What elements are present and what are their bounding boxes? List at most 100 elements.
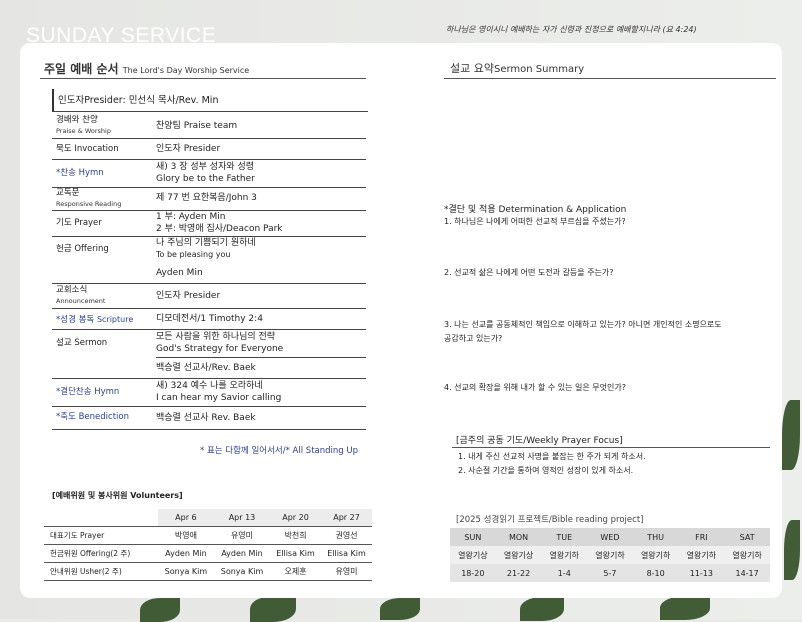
- row-label: 헌금위원 Offering(2 주): [44, 544, 158, 563]
- worship-order-title: 주일 예배 순서 The Lord's Day Worship Service: [44, 60, 249, 77]
- order-item-value: 디모데전서/1 Timothy 2:4: [156, 314, 263, 324]
- leaf-decoration: [520, 597, 564, 621]
- book-cell: 열왕기하: [541, 546, 588, 564]
- order-row: *축도 Benediction 백승렬 선교사 Rev. Baek: [52, 407, 366, 430]
- table-cell: Ayden Min: [157, 544, 214, 563]
- prayer-focus-title: [금주의 공동 기도/Weekly Prayer Focus]: [456, 436, 623, 446]
- order-item-name: *결단찬송 Hymn: [56, 387, 120, 397]
- order-item-name: *찬송 Hymn: [56, 168, 104, 178]
- bible-project-title: [2025 성경읽기 프로젝트/Bible reading project]: [456, 515, 644, 525]
- order-item-value: 새) 3 장 성부 성자와 성령 Glory be to the Father: [156, 162, 255, 184]
- day-cell: TUE: [541, 528, 588, 546]
- table-row: 헌금위원 Offering(2 주) Ayden Min Ayden Min E…: [44, 544, 372, 563]
- chapter-cell: 11-13: [678, 564, 725, 582]
- chapter-cell: 21-22: [495, 564, 542, 582]
- day-cell: MON: [495, 528, 542, 546]
- order-item-value: 백승렬 선교사 Rev. Baek: [156, 413, 256, 423]
- table-cell: 권영선: [321, 526, 372, 545]
- question-2: 2. 선교적 삶은 나에게 어떤 도전과 갈등을 주는가?: [444, 268, 614, 277]
- order-row: 경배와 찬양 Praise & Worship 찬양팀 Praise team: [52, 113, 366, 139]
- table-row: 안내위원 Usher(2 주) Sonya Kim Sonya Kim 오제훈 …: [44, 562, 372, 581]
- table-row: 대표기도 Prayer 박영애 유영미 박천희 권영선: [44, 526, 372, 545]
- chapter-row: 18-20 21-22 1-4 5-7 8-10 11-13 14-17: [450, 564, 770, 582]
- order-row: 백승렬 선교사/Rev. Baek: [52, 358, 366, 379]
- chapter-cell: 14-17: [724, 564, 770, 582]
- date-cell: Apr 6: [157, 509, 214, 527]
- order-row: *찬송 Hymn 새) 3 장 성부 성자와 성령 Glory be to the…: [52, 160, 366, 188]
- order-row: 교독문 Responsive Reading 제 77 번 요한복음/John 3: [52, 188, 366, 211]
- presider-line: 인도자Presider: 민선식 목사/Rev. Min: [52, 89, 368, 112]
- order-item-value: 인도자 Presider: [156, 144, 221, 154]
- leaf-decoration: [140, 598, 180, 622]
- order-item-value: 모든 사람을 위한 하나님의 전략 God's Strategy for Ever…: [156, 332, 284, 354]
- order-item-name: 기도 Prayer: [56, 218, 102, 228]
- book-cell: 열왕기하: [678, 546, 725, 564]
- order-item-value: 나 주님의 기쁨되기 원하네 To be pleasing you: [156, 238, 256, 259]
- order-item-name: 헌금 Offering: [56, 244, 109, 254]
- sermon-title-ko: 설교 요약: [450, 62, 494, 75]
- leaf-decoration: [660, 596, 710, 620]
- order-row: 기도 Prayer 1 부: Ayden Min 2 부: 박영애 집사/Deac…: [52, 211, 366, 237]
- order-item-value: 백승렬 선교사/Rev. Baek: [156, 363, 256, 373]
- sermon-summary-title: 설교 요약Sermon Summary: [450, 60, 584, 76]
- order-row: 헌금 Offering 나 주님의 기쁨되기 원하네 To be pleasing…: [52, 237, 366, 262]
- table-cell: Sonya Kim: [157, 562, 214, 581]
- book-row: 열왕기상 열왕기상 열왕기하 열왕기하 열왕기하 열왕기하 열왕기하: [450, 546, 770, 564]
- leaf-decoration: [782, 400, 800, 470]
- prayer-item-2: 2. 사순절 기간을 통하여 영적인 성장이 있게 하소서.: [458, 466, 634, 475]
- row-label: 대표기도 Prayer: [44, 526, 158, 545]
- day-row: SUN MON TUE WED THU FRI SAT: [450, 528, 770, 546]
- bible-verse: 하나님은 영이시니 예배하는 자가 신령과 진정으로 예배할지니라 (요 4:2…: [446, 25, 697, 34]
- presider-text: 인도자Presider: 민선식 목사/Rev. Min: [58, 95, 219, 106]
- order-item-name: 설교 Sermon: [56, 338, 108, 348]
- day-cell: SUN: [450, 528, 496, 546]
- volunteers-table: Apr 6 Apr 13 Apr 20 Apr 27 대표기도 Prayer 박…: [44, 509, 372, 581]
- worship-order-title-ko: 주일 예배 순서: [44, 62, 119, 76]
- day-cell: FRI: [678, 528, 725, 546]
- bible-reading-table: SUN MON TUE WED THU FRI SAT 열왕기상 열왕기상 열왕…: [450, 528, 770, 582]
- book-cell: 열왕기하: [587, 546, 633, 564]
- book-cell: 열왕기상: [450, 546, 496, 564]
- table-cell: Ayden Min: [213, 544, 271, 563]
- table-cell: 유영미: [213, 526, 271, 545]
- table-cell: 박천희: [270, 526, 321, 545]
- order-row: 묵도 Invocation 인도자 Presider: [52, 139, 366, 160]
- table-cell: Ellisa Kim: [270, 544, 321, 563]
- book-cell: 열왕기상: [495, 546, 542, 564]
- order-row: *결단찬송 Hymn 새) 324 예수 나를 오라하네 I can hear m…: [52, 379, 366, 407]
- question-3: 3. 나는 선교를 공동체적인 책임으로 이해하고 있는가? 아니면 개인적인 …: [444, 320, 722, 343]
- order-item-name: *축도 Benediction: [56, 412, 129, 422]
- row-label: 안내위원 Usher(2 주): [44, 562, 158, 581]
- volunteers-header-row: Apr 6 Apr 13 Apr 20 Apr 27: [44, 509, 372, 527]
- order-item-value: Ayden Min: [156, 268, 203, 278]
- day-cell: WED: [587, 528, 633, 546]
- chapter-cell: 8-10: [632, 564, 679, 582]
- chapter-cell: 18-20: [450, 564, 496, 582]
- order-item-name: 교독문 Responsive Reading: [56, 188, 122, 208]
- date-cell: Apr 20: [270, 509, 321, 527]
- leaf-decoration: [380, 598, 420, 620]
- order-row: *성경 봉독 Scripture 디모데전서/1 Timothy 2:4: [52, 309, 366, 330]
- table-cell: Sonya Kim: [213, 562, 271, 581]
- order-item-value: 1 부: Ayden Min 2 부: 박영애 집사/Deacon Park: [156, 212, 283, 234]
- standing-note: * 표는 다함께 일어서서/* All Standing Up: [200, 446, 358, 456]
- chapter-cell: 1-4: [541, 564, 588, 582]
- table-cell: 유영미: [321, 562, 372, 581]
- order-item-name: *성경 봉독 Scripture: [56, 315, 134, 325]
- order-item-value: 인도자 Presider: [156, 291, 221, 301]
- order-item-value: 새) 324 예수 나를 오라하네 I can hear my Savior ca…: [156, 381, 282, 403]
- question-4: 4. 선교의 확장을 위해 내가 할 수 있는 일은 무엇인가?: [444, 383, 626, 392]
- volunteers-title: [예배위원 및 봉사위원 Volunteers]: [52, 491, 183, 500]
- book-cell: 열왕기하: [724, 546, 770, 564]
- date-cell: Apr 13: [213, 509, 271, 527]
- order-item-name: 경배와 찬양 Praise & Worship: [56, 115, 111, 135]
- order-item-name: 교회소식 Announcement: [56, 285, 106, 305]
- chapter-cell: 5-7: [587, 564, 633, 582]
- day-cell: SAT: [724, 528, 770, 546]
- table-cell: 오제훈: [270, 562, 321, 581]
- table-cell: Ellisa Kim: [321, 544, 372, 563]
- divider: [452, 447, 770, 448]
- question-1: 1. 하나님은 나에게 어떠한 선교적 부르심을 주셨는가?: [444, 217, 626, 226]
- order-row: 교회소식 Announcement 인도자 Presider: [52, 284, 366, 309]
- order-row: 설교 Sermon 모든 사람을 위한 하나님의 전략 God's Strateg…: [52, 330, 366, 357]
